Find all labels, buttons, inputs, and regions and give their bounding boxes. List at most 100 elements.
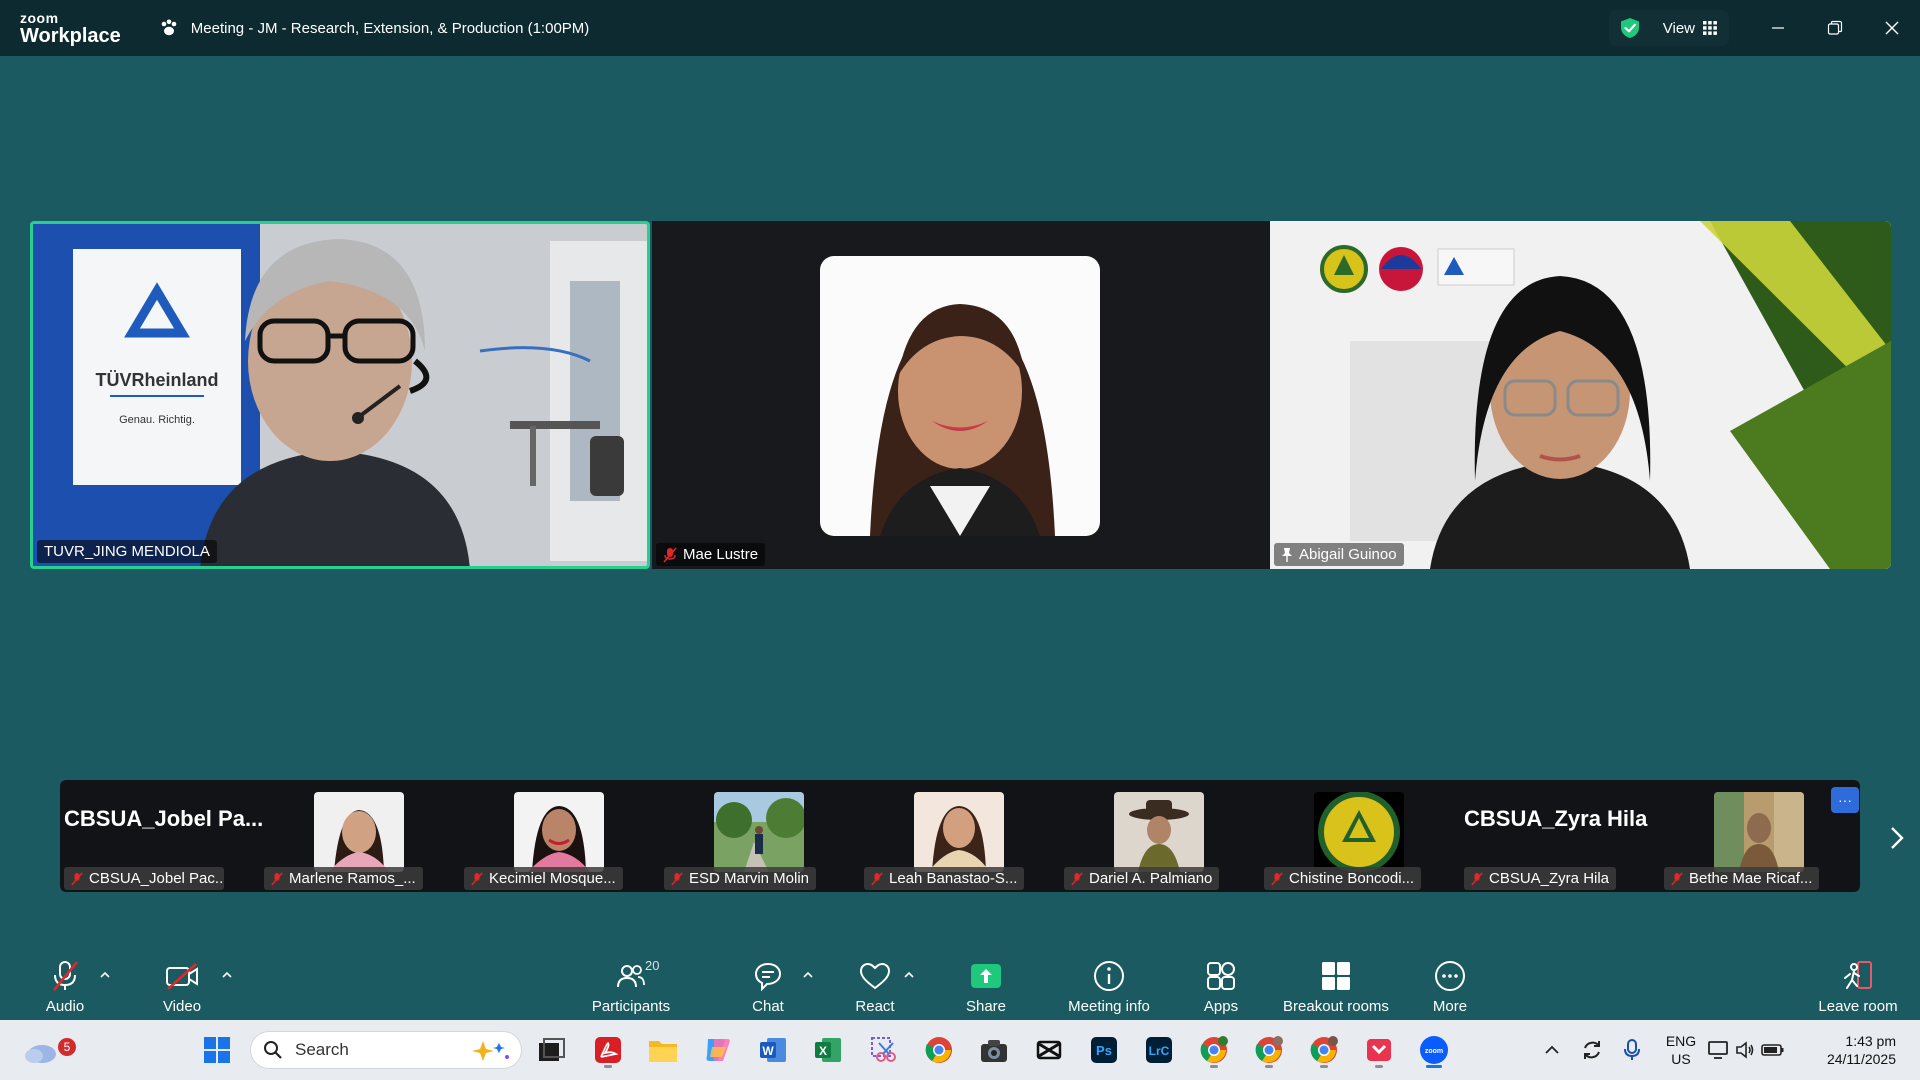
- view-button[interactable]: View: [1608, 10, 1729, 46]
- running-indicator: [1265, 1065, 1273, 1068]
- snipping-tool-icon: [871, 1037, 896, 1062]
- keyboard-layout: US: [1671, 1051, 1691, 1067]
- show-hidden-icons-button[interactable]: [1532, 1030, 1572, 1070]
- taskbar-app-zoom[interactable]: zoom: [1414, 1030, 1454, 1070]
- start-button[interactable]: [197, 1030, 237, 1070]
- clock[interactable]: 1:43 pm 24/11/2025: [1806, 1032, 1896, 1068]
- gallery-more-options-button[interactable]: ···: [1831, 787, 1859, 813]
- participant-video-feed: [1270, 221, 1891, 569]
- participant-photo: [1314, 792, 1404, 872]
- chrome-icon: [1310, 1036, 1338, 1063]
- taskbar-app-acrobat[interactable]: [588, 1030, 628, 1070]
- gallery-tile[interactable]: Kecimiel Mosque...: [460, 780, 656, 892]
- chevron-up-icon: [222, 972, 232, 978]
- meeting-title-area: Meeting - JM - Research, Extension, & Pr…: [159, 18, 589, 38]
- zoom-logo: zoom Workplace: [20, 11, 121, 46]
- participant-photo: [314, 792, 404, 872]
- video-tile-active-speaker[interactable]: TÜVRheinland Genau. Richtig. TUVR_JING M…: [30, 221, 650, 569]
- language-code: ENG: [1665, 1033, 1697, 1049]
- lightroom-icon: LrC: [1146, 1037, 1172, 1063]
- participant-photo: [714, 792, 804, 872]
- muted-mic-icon: [671, 872, 683, 886]
- gallery-tile[interactable]: Leah Banastao-S...: [860, 780, 1056, 892]
- volume-icon: [1736, 1041, 1754, 1059]
- participant-photo: [514, 792, 604, 872]
- close-button[interactable]: [1863, 0, 1920, 56]
- gallery-tile[interactable]: Dariel A. Palmiano: [1060, 780, 1256, 892]
- meeting-info-button[interactable]: Meeting info: [1059, 948, 1159, 1020]
- video-tile[interactable]: Mae Lustre: [652, 221, 1270, 569]
- muted-mic-icon: [1271, 872, 1283, 886]
- video-button[interactable]: Video: [157, 948, 207, 1020]
- sync-tray-button[interactable]: [1572, 1030, 1612, 1070]
- chat-options-caret[interactable]: [801, 968, 815, 982]
- share-button[interactable]: Share: [961, 948, 1011, 1020]
- participant-name: Kecimiel Mosque...: [489, 870, 616, 887]
- taskbar-app-chrome-profile-1[interactable]: [1194, 1030, 1234, 1070]
- participant-name-tag: Kecimiel Mosque...: [464, 867, 623, 890]
- video-off-icon: [166, 963, 198, 990]
- taskbar-app-photoshop[interactable]: Ps: [1084, 1030, 1124, 1070]
- taskbar-app-file-explorer[interactable]: [643, 1030, 683, 1070]
- taskbar-app-word[interactable]: W: [753, 1030, 793, 1070]
- chat-label: Chat: [752, 998, 784, 1015]
- tuv-logo-text: TÜVRheinland: [95, 370, 218, 390]
- taskbar-app-lightroom-classic[interactable]: LrC: [1139, 1030, 1179, 1070]
- video-tile[interactable]: Abigail Guinoo: [1270, 221, 1891, 569]
- taskbar-app-camera[interactable]: [974, 1030, 1014, 1070]
- taskbar-app-copilot[interactable]: [698, 1030, 738, 1070]
- taskbar-app-chrome[interactable]: [919, 1030, 959, 1070]
- gallery-tile[interactable]: CBSUA_Jobel Pa... CBSUA_Jobel Pac...: [60, 780, 263, 892]
- leave-room-button[interactable]: Leave room: [1812, 948, 1904, 1020]
- gallery-next-button[interactable]: [1882, 820, 1912, 856]
- participants-button[interactable]: 20 Participants: [586, 948, 676, 1020]
- react-options-caret[interactable]: [902, 968, 916, 982]
- chat-button[interactable]: Chat: [745, 948, 791, 1020]
- svg-text:W: W: [762, 1044, 774, 1058]
- audio-button[interactable]: Audio: [40, 948, 90, 1020]
- quick-settings-button[interactable]: [1706, 1030, 1786, 1070]
- breakout-rooms-button[interactable]: Breakout rooms: [1276, 948, 1396, 1020]
- participant-name-tag: Abigail Guinoo: [1274, 543, 1404, 566]
- gallery-tile[interactable]: Marlene Ramos_...: [260, 780, 456, 892]
- muted-mic-icon: [871, 872, 883, 886]
- minimize-button[interactable]: [1749, 0, 1806, 56]
- muted-mic-icon: [1471, 872, 1483, 886]
- chrome-icon: [1200, 1036, 1228, 1063]
- react-button[interactable]: React: [852, 948, 898, 1020]
- apps-label: Apps: [1203, 998, 1239, 1015]
- taskbar-app-snipping-tool[interactable]: [864, 1030, 904, 1070]
- title-bar: zoom Workplace Meeting - JM - Research, …: [0, 0, 1920, 56]
- gallery-tile[interactable]: Bethe Mae Ricaf...: [1660, 780, 1856, 892]
- gallery-tile[interactable]: ESD Marvin Molin: [660, 780, 856, 892]
- more-button[interactable]: More: [1426, 948, 1474, 1020]
- apps-button[interactable]: Apps: [1197, 948, 1245, 1020]
- participant-name: CBSUA_Jobel Pac...: [89, 870, 224, 887]
- gallery-strip: CBSUA_Jobel Pa... CBSUA_Jobel Pac... Mar…: [60, 780, 1860, 892]
- taskbar-app-pocket[interactable]: [1359, 1030, 1399, 1070]
- audio-options-caret[interactable]: [98, 968, 112, 982]
- chevron-right-icon: [1891, 827, 1904, 849]
- svg-text:LrC: LrC: [1149, 1044, 1170, 1058]
- taskbar-search-input[interactable]: Search: [250, 1031, 522, 1069]
- gallery-tile[interactable]: Chistine Boncodi...: [1260, 780, 1456, 892]
- language-indicator[interactable]: ENG US: [1661, 1032, 1701, 1068]
- participant-name: Bethe Mae Ricaf...: [1689, 870, 1813, 887]
- restore-icon: [1827, 20, 1842, 35]
- network-icon: [1708, 1041, 1728, 1059]
- weather-widget[interactable]: 5: [20, 1030, 76, 1070]
- taskbar-app-chrome-profile-3[interactable]: [1304, 1030, 1344, 1070]
- taskbar-app-chrome-profile-2[interactable]: [1249, 1030, 1289, 1070]
- participant-display-name: CBSUA_Zyra Hila: [1464, 806, 1648, 831]
- word-icon: W: [760, 1038, 786, 1062]
- taskbar-app-task-view[interactable]: [531, 1030, 571, 1070]
- taskbar-app-capcut[interactable]: [1029, 1030, 1069, 1070]
- participant-name-tag: ESD Marvin Molin: [664, 867, 817, 890]
- video-options-caret[interactable]: [220, 968, 234, 982]
- muted-mic-icon: [52, 961, 79, 991]
- gallery-tile[interactable]: CBSUA_Zyra Hila CBSUA_Zyra Hila: [1460, 780, 1656, 892]
- microphone-tray-button[interactable]: [1612, 1030, 1652, 1070]
- taskbar-app-excel[interactable]: X: [808, 1030, 848, 1070]
- chevron-up-icon: [100, 972, 110, 978]
- restore-button[interactable]: [1806, 0, 1863, 56]
